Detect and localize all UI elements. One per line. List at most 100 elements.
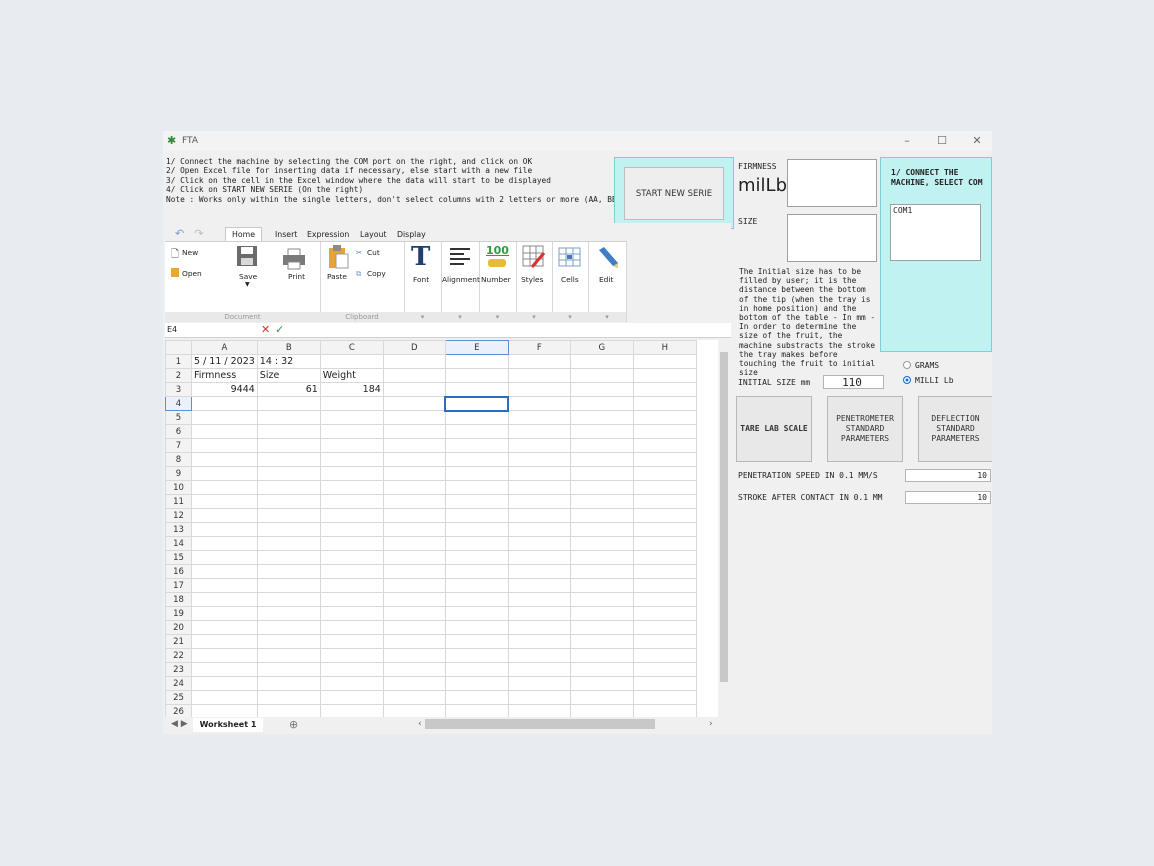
cell[interactable] [256, 410, 321, 425]
cell[interactable] [632, 634, 697, 649]
cell[interactable] [382, 676, 446, 691]
cell[interactable] [382, 480, 446, 495]
cell[interactable] [191, 634, 258, 649]
copy-button[interactable]: Copy [367, 269, 386, 278]
cell[interactable] [569, 704, 634, 717]
scrollbar-thumb[interactable] [720, 352, 728, 682]
cell[interactable] [319, 648, 384, 663]
cell[interactable] [256, 676, 321, 691]
cell[interactable] [444, 452, 509, 467]
cell[interactable] [256, 564, 321, 579]
cell[interactable] [444, 395, 510, 412]
save-dropdown-icon[interactable]: ▼ [245, 281, 250, 288]
com-port-list[interactable]: COM1 [890, 204, 981, 261]
cell[interactable] [507, 676, 571, 691]
sheet-tab[interactable]: Worksheet 1 [193, 718, 263, 732]
start-new-serie-button[interactable]: START NEW SERIE [624, 167, 724, 220]
cell[interactable] [256, 620, 321, 635]
cell[interactable] [507, 424, 571, 439]
cell[interactable] [191, 438, 258, 453]
cell[interactable] [444, 410, 509, 425]
cell[interactable] [569, 662, 634, 677]
cell[interactable] [444, 508, 509, 523]
cell[interactable]: Weight [319, 368, 384, 383]
grams-radio[interactable]: GRAMS [903, 361, 939, 370]
cell[interactable] [382, 522, 446, 537]
cell[interactable] [191, 704, 258, 717]
cell[interactable] [191, 508, 258, 523]
cell[interactable] [256, 438, 321, 453]
cell[interactable] [191, 494, 258, 509]
cell[interactable] [256, 648, 321, 663]
cell[interactable] [507, 466, 571, 481]
cell[interactable] [444, 466, 509, 481]
cell[interactable]: Size [256, 368, 321, 383]
tare-lab-scale-button[interactable]: TARE LAB SCALE [736, 396, 812, 462]
cell[interactable] [444, 704, 509, 717]
cell[interactable]: 14 : 32 [256, 354, 321, 369]
cell[interactable] [191, 578, 258, 593]
stroke-input[interactable]: 10 [905, 491, 991, 504]
cell[interactable] [256, 466, 321, 481]
row-header[interactable]: 19 [165, 606, 192, 621]
cell[interactable] [382, 494, 446, 509]
cell[interactable] [569, 508, 634, 523]
cell[interactable] [444, 368, 509, 383]
cell[interactable] [632, 606, 697, 621]
cell[interactable] [632, 662, 697, 677]
cell[interactable] [256, 550, 321, 565]
cell[interactable] [319, 592, 384, 607]
cell[interactable] [569, 424, 634, 439]
cell[interactable] [256, 592, 321, 607]
cell[interactable] [256, 704, 321, 717]
cell[interactable] [191, 676, 258, 691]
cell[interactable] [191, 466, 258, 481]
cell[interactable] [191, 480, 258, 495]
cell[interactable] [382, 550, 446, 565]
redo-icon[interactable]: ↷ [194, 227, 203, 240]
row-header[interactable]: 3 [165, 382, 192, 397]
cell[interactable] [632, 704, 697, 717]
cell[interactable] [569, 564, 634, 579]
cell[interactable] [382, 648, 446, 663]
row-header[interactable]: 22 [165, 648, 192, 663]
tab-home[interactable]: Home [225, 227, 263, 242]
grams-radio-dot[interactable] [903, 361, 911, 369]
cell[interactable] [569, 648, 634, 663]
cell[interactable] [382, 382, 446, 397]
cell[interactable] [507, 690, 571, 705]
cell[interactable] [632, 620, 697, 635]
row-header[interactable]: 4 [165, 396, 192, 411]
close-button[interactable]: ✕ [963, 133, 991, 149]
horizontal-scrollbar-thumb[interactable] [425, 719, 655, 729]
row-header[interactable]: 5 [165, 410, 192, 425]
cell[interactable] [569, 634, 634, 649]
cell[interactable] [507, 592, 571, 607]
cell[interactable] [319, 704, 384, 717]
column-header[interactable]: C [319, 340, 384, 355]
cell[interactable] [382, 606, 446, 621]
cell[interactable] [256, 662, 321, 677]
tab-display[interactable]: Display [397, 228, 426, 242]
row-header[interactable]: 14 [165, 536, 192, 551]
cell[interactable] [507, 354, 571, 369]
cell[interactable] [319, 452, 384, 467]
font-button[interactable]: Font [413, 275, 429, 284]
row-header[interactable]: 17 [165, 578, 192, 593]
cell[interactable] [319, 396, 384, 411]
cell[interactable] [256, 396, 321, 411]
cell[interactable] [507, 522, 571, 537]
cell[interactable] [319, 564, 384, 579]
cell[interactable] [191, 620, 258, 635]
cell[interactable] [382, 508, 446, 523]
cell[interactable] [382, 690, 446, 705]
alignment-dropdown-icon[interactable]: ▾ [441, 312, 479, 322]
row-header[interactable]: 25 [165, 690, 192, 705]
cell[interactable] [444, 592, 509, 607]
cell[interactable] [444, 662, 509, 677]
sheet-nav-icon[interactable]: ◀ ▶ [171, 719, 188, 729]
cell[interactable] [569, 606, 634, 621]
cell[interactable] [256, 536, 321, 551]
minimize-button[interactable]: – [893, 133, 921, 149]
cell[interactable] [569, 368, 634, 383]
